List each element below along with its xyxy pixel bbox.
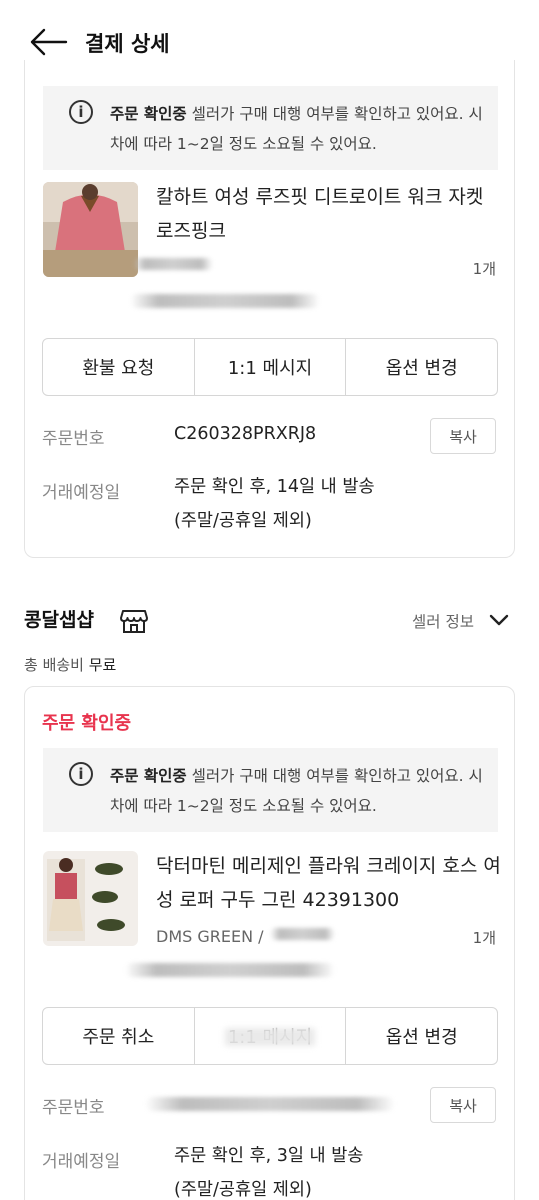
order-number: C260328PRXRJ8 [174, 424, 317, 444]
redacted-option [270, 928, 335, 940]
order-actions: 환불 요청 1:1 메시지 옵션 변경 [42, 338, 498, 396]
schedule-label: 거래예정일 [42, 483, 121, 503]
order-status: 주문 확인중 [42, 713, 132, 734]
schedule-line-1: 주문 확인 후, 3일 내 발송 [174, 1146, 364, 1166]
redacted-order-number [145, 1097, 395, 1111]
product-quantity: 1개 [472, 260, 496, 278]
redacted-price [130, 294, 320, 308]
info-notice: i 주문 확인중 셀러가 구매 대행 여부를 확인하고 있어요. 시차에 따라 … [43, 748, 498, 832]
page-title: 결제 상세 [85, 32, 170, 56]
redacted-option [133, 258, 213, 270]
copy-order-number-button[interactable]: 복사 [430, 1087, 496, 1123]
product-image[interactable] [43, 851, 138, 946]
product-quantity: 1개 [472, 929, 496, 947]
product-image[interactable] [43, 182, 138, 277]
order-card-2: 주문 확인중 i 주문 확인중 셀러가 구매 대행 여부를 확인하고 있어요. … [24, 686, 515, 1200]
product-name[interactable]: 칼하트 여성 루즈핏 디트로이트 워크 자켓 로즈핑크 [156, 180, 506, 248]
info-text: 주문 확인중 셀러가 구매 대행 여부를 확인하고 있어요. 시차에 따라 1~… [110, 105, 483, 153]
order-card-1: i 주문 확인중 셀러가 구매 대행 여부를 확인하고 있어요. 시차에 따라 … [24, 60, 515, 558]
order-actions: 주문 취소 1:1 메시지 옵션 변경 [42, 1007, 498, 1065]
message-button[interactable]: 1:1 메시지 [195, 1008, 347, 1064]
product-name[interactable]: 닥터마틴 메리제인 플라워 크레이지 호스 여성 로퍼 구두 그린 423913… [156, 849, 506, 917]
refund-request-button[interactable]: 환불 요청 [43, 339, 195, 395]
back-arrow-icon [30, 28, 68, 56]
schedule-line-1: 주문 확인 후, 14일 내 발송 [174, 477, 375, 497]
back-button[interactable] [28, 27, 68, 57]
info-icon: i [69, 100, 93, 124]
info-notice: i 주문 확인중 셀러가 구매 대행 여부를 확인하고 있어요. 시차에 따라 … [43, 86, 498, 170]
change-option-button[interactable]: 옵션 변경 [346, 339, 497, 395]
cancel-order-button[interactable]: 주문 취소 [43, 1008, 195, 1064]
product-option: DMS GREEN / [156, 927, 264, 946]
redacted-price [125, 963, 335, 977]
schedule-label: 거래예정일 [42, 1152, 121, 1172]
change-option-button[interactable]: 옵션 변경 [346, 1008, 497, 1064]
message-button[interactable]: 1:1 메시지 [195, 339, 347, 395]
copy-order-number-button[interactable]: 복사 [430, 418, 496, 454]
order-number-label: 주문번호 [42, 1098, 105, 1118]
seller-name[interactable]: 콩달샙샵 [24, 605, 94, 632]
order-number-label: 주문번호 [42, 429, 105, 449]
shop-icon[interactable] [120, 608, 148, 634]
chevron-down-icon[interactable] [488, 609, 510, 631]
info-icon: i [69, 762, 93, 786]
shipping-fee: 총 배송비 무료 [24, 656, 117, 674]
schedule-line-2: (주말/공휴일 제외) [174, 1180, 312, 1200]
schedule-line-2: (주말/공휴일 제외) [174, 511, 312, 531]
seller-info-link[interactable]: 셀러 정보 [412, 610, 474, 632]
info-text: 주문 확인중 셀러가 구매 대행 여부를 확인하고 있어요. 시차에 따라 1~… [110, 767, 483, 815]
